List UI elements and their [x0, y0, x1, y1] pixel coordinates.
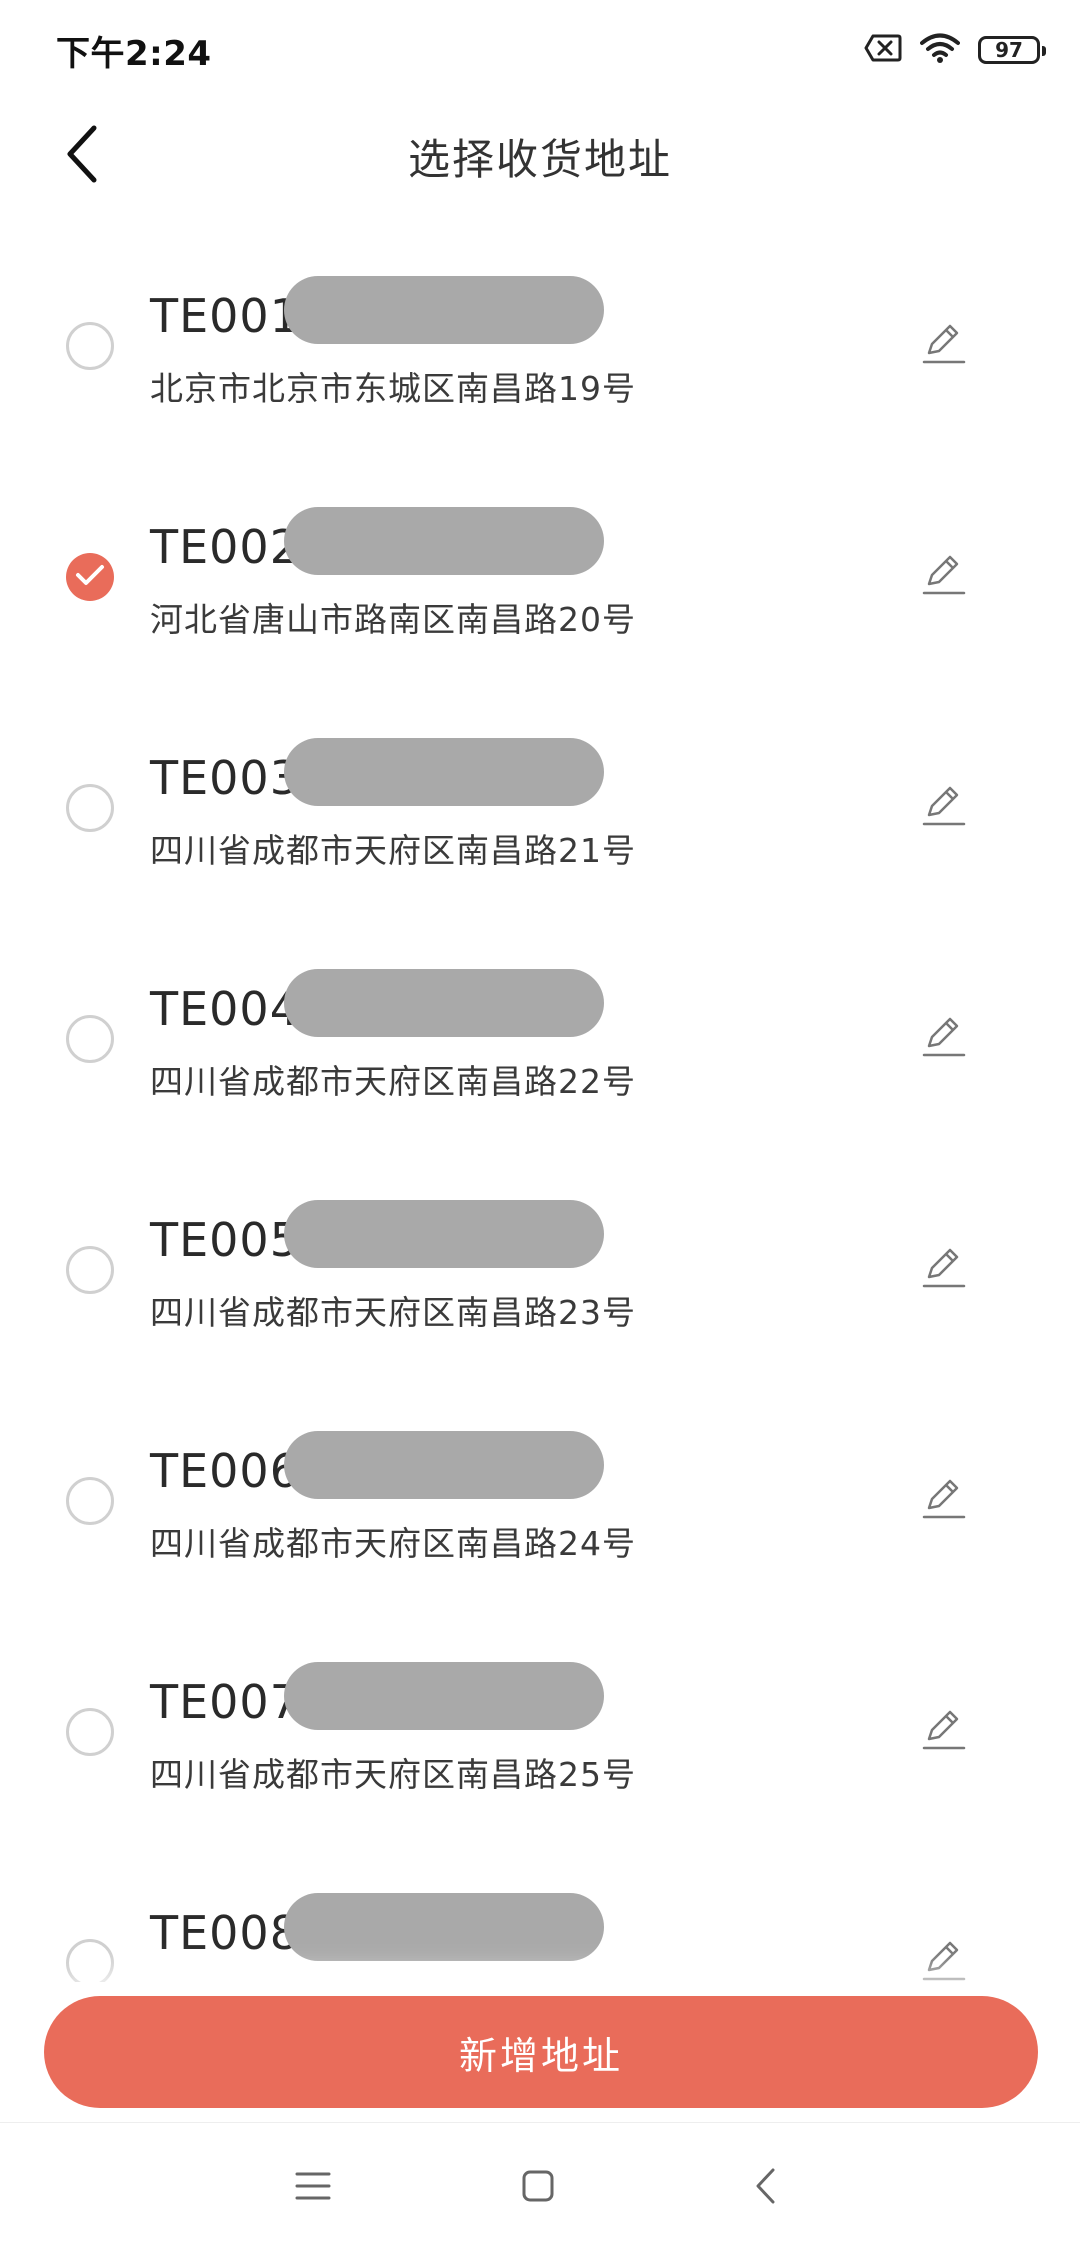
address-name: TE004	[150, 982, 300, 1036]
pencil-icon	[919, 1934, 969, 1982]
edit-button[interactable]	[912, 1929, 976, 1982]
redacted-phone	[284, 276, 604, 344]
pencil-icon	[919, 317, 969, 371]
edit-button[interactable]	[912, 1467, 976, 1531]
address-item[interactable]: TE005 四川省成都市天府区南昌路23号	[0, 1154, 1080, 1385]
edit-button[interactable]	[912, 1698, 976, 1762]
sim-off-icon	[864, 33, 902, 67]
radio-button[interactable]	[66, 784, 114, 832]
redacted-phone	[284, 1431, 604, 1499]
system-back-button[interactable]	[730, 2153, 800, 2223]
address-line: 四川省成都市天府区南昌路25号	[150, 1755, 636, 1794]
address-name: TE007	[150, 1675, 300, 1729]
pencil-icon	[919, 548, 969, 602]
page-title: 选择收货地址	[407, 135, 672, 184]
edit-button[interactable]	[912, 312, 976, 376]
status-time: 下午2:24	[56, 34, 212, 74]
radio-button[interactable]	[66, 1939, 114, 1982]
pencil-icon	[919, 1472, 969, 1526]
address-name: TE006	[150, 1444, 300, 1498]
edit-button[interactable]	[912, 543, 976, 607]
address-item[interactable]: TE001 北京市北京市东城区南昌路19号	[0, 230, 1080, 461]
address-name: TE008	[150, 1906, 300, 1960]
edit-button[interactable]	[912, 1005, 976, 1069]
radio-button[interactable]	[66, 1015, 114, 1063]
status-bar: 下午2:24 97	[0, 0, 1080, 100]
edit-button[interactable]	[912, 774, 976, 838]
address-item[interactable]: TE003 四川省成都市天府区南昌路21号	[0, 692, 1080, 923]
radio-button[interactable]	[66, 1246, 114, 1294]
status-icons: 97	[864, 30, 1046, 70]
address-name: TE002	[150, 520, 300, 574]
address-item[interactable]: TE007 四川省成都市天府区南昌路25号	[0, 1616, 1080, 1847]
battery-level: 97	[995, 38, 1023, 62]
address-line: 北京市北京市东城区南昌路19号	[150, 369, 636, 408]
address-line: 四川省成都市天府区南昌路22号	[150, 1062, 636, 1101]
home-button[interactable]	[503, 2153, 573, 2223]
menu-icon	[295, 2171, 331, 2205]
pencil-icon	[919, 1010, 969, 1064]
address-name: TE005	[150, 1213, 300, 1267]
navigation-bar	[0, 2122, 1080, 2249]
wifi-icon	[920, 32, 960, 68]
address-item[interactable]: TE002 河北省唐山市路南区南昌路20号	[0, 461, 1080, 692]
address-line: 四川省成都市天府区南昌路21号	[150, 831, 636, 870]
edit-button[interactable]	[912, 1236, 976, 1300]
back-icon	[753, 2167, 777, 2209]
radio-button-checked[interactable]	[66, 553, 114, 601]
redacted-phone	[284, 507, 604, 575]
redacted-phone	[284, 1662, 604, 1730]
redacted-phone	[284, 969, 604, 1037]
checkmark-icon	[75, 563, 105, 591]
pencil-icon	[919, 1241, 969, 1295]
address-line: 河北省唐山市路南区南昌路20号	[150, 600, 636, 639]
address-item[interactable]: TE004 四川省成都市天府区南昌路22号	[0, 923, 1080, 1154]
add-address-button[interactable]: 新增地址	[44, 1996, 1038, 2108]
radio-button[interactable]	[66, 1708, 114, 1756]
address-name: TE001	[150, 289, 300, 343]
radio-button[interactable]	[66, 1477, 114, 1525]
redacted-phone	[284, 1200, 604, 1268]
address-item[interactable]: TE006 四川省成都市天府区南昌路24号	[0, 1385, 1080, 1616]
address-item[interactable]: TE008	[0, 1847, 1080, 1982]
address-list: TE001 北京市北京市东城区南昌路19号 TE002 河北省唐山市路南区南昌路…	[0, 230, 1080, 1982]
recent-apps-button[interactable]	[278, 2153, 348, 2223]
redacted-phone	[284, 738, 604, 806]
pencil-icon	[919, 779, 969, 833]
pencil-icon	[919, 1703, 969, 1757]
header: 选择收货地址	[0, 100, 1080, 210]
address-name: TE003	[150, 751, 300, 805]
battery-icon: 97	[978, 36, 1046, 64]
address-line: 四川省成都市天府区南昌路23号	[150, 1293, 636, 1332]
address-line: 四川省成都市天府区南昌路24号	[150, 1524, 636, 1563]
redacted-phone	[284, 1893, 604, 1961]
home-icon	[521, 2169, 555, 2207]
radio-button[interactable]	[66, 322, 114, 370]
